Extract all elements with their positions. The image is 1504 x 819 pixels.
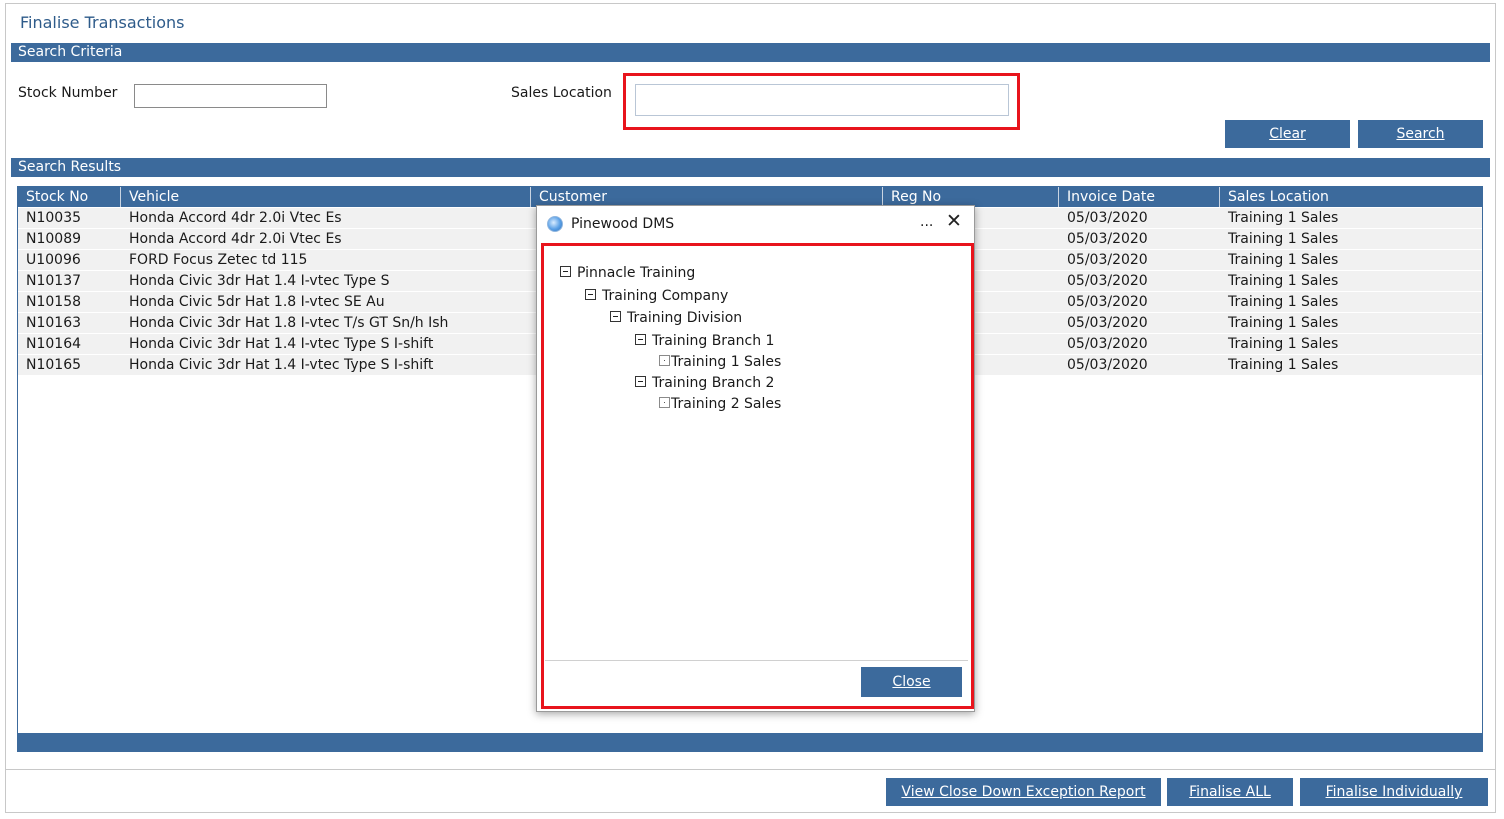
column-header-invoice-date[interactable]: Invoice Date (1059, 187, 1220, 207)
tree-node-label: Training Company (602, 288, 729, 304)
cell-invoice-date: 05/03/2020 (1067, 336, 1148, 352)
tree-node-label: Training Branch 1 (652, 333, 775, 349)
cell-stock-no: N10163 (26, 315, 82, 331)
cell-vehicle: FORD Focus Zetec td 115 (129, 252, 308, 268)
cell-sales-location: Training 1 Sales (1228, 357, 1339, 373)
tree-node-label: Training 1 Sales (671, 354, 782, 370)
search-criteria-header: Search Criteria (11, 43, 1490, 62)
footer-divider (5, 769, 1496, 770)
location-picker-dialog: Pinewood DMS ... ✕ Pinnacle Training Tra… (536, 205, 975, 712)
page-title: Finalise Transactions (20, 13, 185, 32)
clear-button[interactable]: Clear (1225, 120, 1350, 148)
cell-stock-no: N10164 (26, 336, 82, 352)
sales-location-input[interactable] (635, 84, 1009, 116)
tree-node-training-2-sales[interactable]: Training 2 Sales (659, 396, 781, 412)
cell-invoice-date: 05/03/2020 (1067, 294, 1148, 310)
cell-vehicle: Honda Accord 4dr 2.0i Vtec Es (129, 210, 342, 226)
table-header: Stock No Vehicle Customer Reg No Invoice… (18, 187, 1482, 207)
dialog-menu-ellipsis[interactable]: ... (920, 214, 933, 230)
cell-sales-location: Training 1 Sales (1228, 210, 1339, 226)
dialog-title: Pinewood DMS (571, 216, 675, 232)
cell-sales-location: Training 1 Sales (1228, 231, 1339, 247)
collapse-icon[interactable] (585, 288, 596, 300)
column-header-vehicle[interactable]: Vehicle (121, 187, 531, 207)
cell-stock-no: N10165 (26, 357, 82, 373)
cell-invoice-date: 05/03/2020 (1067, 252, 1148, 268)
leaf-node-icon (659, 354, 670, 366)
cell-stock-no: N10089 (26, 231, 82, 247)
tree-node-label: Training 2 Sales (671, 396, 782, 412)
tree-node-label: Pinnacle Training (577, 265, 696, 281)
collapse-icon[interactable] (560, 265, 571, 277)
cell-vehicle: Honda Civic 3dr Hat 1.4 I-vtec Type S I-… (129, 336, 434, 352)
tree-node-pinnacle-training[interactable]: Pinnacle Training (560, 265, 695, 281)
tree-node-training-branch-1[interactable]: Training Branch 1 (635, 333, 774, 349)
search-button[interactable]: Search (1358, 120, 1483, 148)
tree-node-label: Training Division (627, 310, 743, 326)
close-icon[interactable]: ✕ (945, 211, 963, 231)
column-header-stock-no[interactable]: Stock No (18, 187, 121, 207)
cell-stock-no: N10158 (26, 294, 82, 310)
collapse-icon[interactable] (635, 375, 646, 387)
tree-node-label: Training Branch 2 (652, 375, 775, 391)
cell-vehicle: Honda Accord 4dr 2.0i Vtec Es (129, 231, 342, 247)
cell-sales-location: Training 1 Sales (1228, 294, 1339, 310)
stock-number-label: Stock Number (18, 85, 118, 101)
cell-invoice-date: 05/03/2020 (1067, 273, 1148, 289)
dialog-content-highlight (541, 243, 974, 709)
results-footer-bar (18, 733, 1482, 751)
cell-stock-no: N10035 (26, 210, 82, 226)
cell-invoice-date: 05/03/2020 (1067, 357, 1148, 373)
collapse-icon[interactable] (635, 333, 646, 345)
sales-location-label: Sales Location (511, 85, 612, 101)
finalise-individually-button[interactable]: Finalise Individually (1300, 778, 1488, 806)
cell-sales-location: Training 1 Sales (1228, 336, 1339, 352)
cell-invoice-date: 05/03/2020 (1067, 231, 1148, 247)
finalise-all-button[interactable]: Finalise ALL (1167, 778, 1293, 806)
tree-node-training-division[interactable]: Training Division (610, 310, 742, 326)
column-header-customer[interactable]: Customer (531, 187, 883, 207)
view-exception-report-button[interactable]: View Close Down Exception Report (886, 778, 1161, 806)
column-header-sales-location[interactable]: Sales Location (1220, 187, 1482, 207)
tree-node-training-1-sales[interactable]: Training 1 Sales (659, 354, 781, 370)
column-header-reg-no[interactable]: Reg No (883, 187, 1059, 207)
cell-sales-location: Training 1 Sales (1228, 273, 1339, 289)
cell-vehicle: Honda Civic 5dr Hat 1.8 I-vtec SE Au (129, 294, 385, 310)
cell-vehicle: Honda Civic 3dr Hat 1.8 I-vtec T/s GT Sn… (129, 315, 449, 331)
cell-vehicle: Honda Civic 3dr Hat 1.4 I-vtec Type S I-… (129, 357, 434, 373)
cell-sales-location: Training 1 Sales (1228, 252, 1339, 268)
dialog-close-button[interactable]: Close (861, 667, 962, 697)
cell-vehicle: Honda Civic 3dr Hat 1.4 I-vtec Type S (129, 273, 390, 289)
tree-node-training-branch-2[interactable]: Training Branch 2 (635, 375, 774, 391)
search-results-header: Search Results (11, 158, 1490, 177)
dialog-divider (545, 660, 968, 661)
leaf-node-icon (659, 396, 670, 408)
cell-invoice-date: 05/03/2020 (1067, 315, 1148, 331)
cell-invoice-date: 05/03/2020 (1067, 210, 1148, 226)
collapse-icon[interactable] (610, 310, 621, 322)
globe-icon (547, 216, 563, 232)
cell-sales-location: Training 1 Sales (1228, 315, 1339, 331)
cell-stock-no: U10096 (26, 252, 81, 268)
stock-number-input[interactable] (134, 84, 327, 108)
cell-stock-no: N10137 (26, 273, 82, 289)
tree-node-training-company[interactable]: Training Company (585, 288, 728, 304)
